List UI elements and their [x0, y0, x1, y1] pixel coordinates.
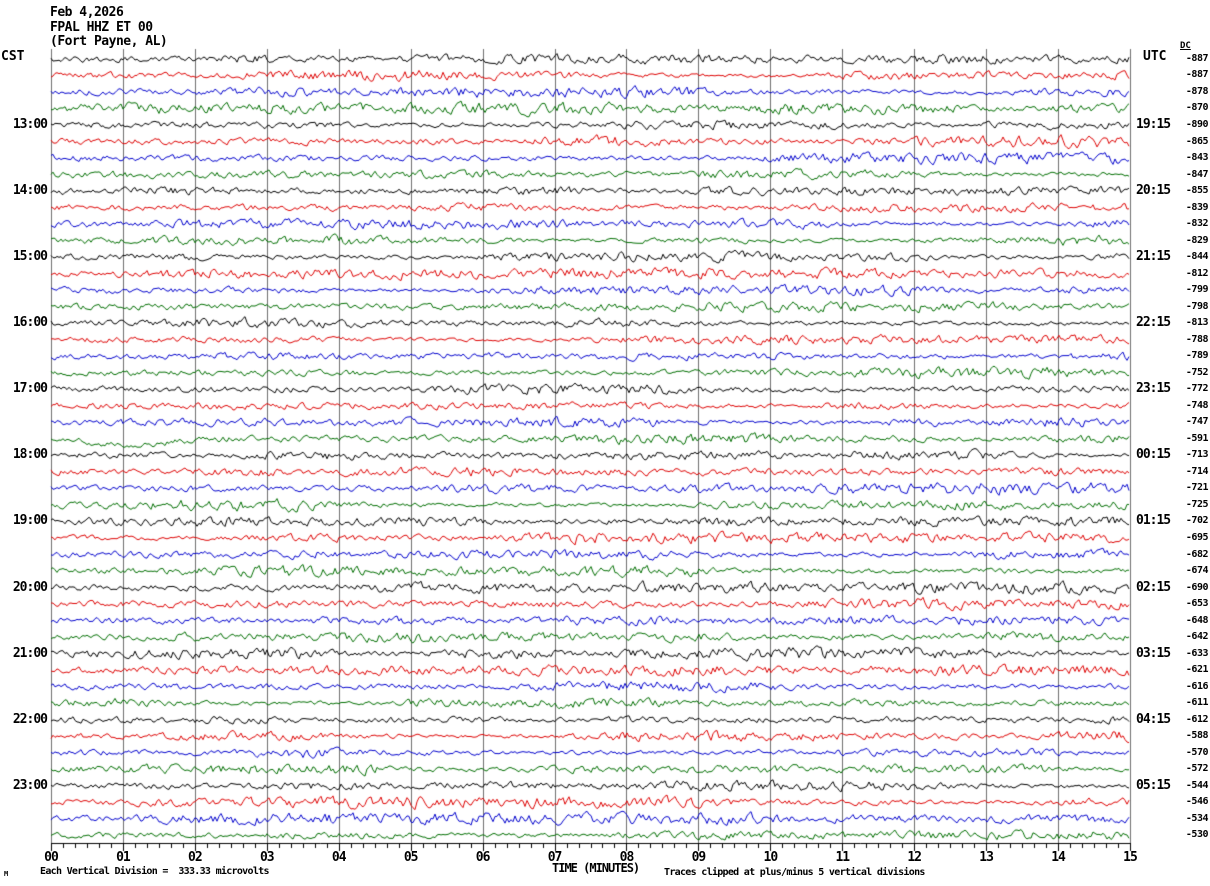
dc-offset-value: -843: [1185, 152, 1209, 164]
seismogram-canvas: [0, 0, 1210, 886]
dc-offset-value: -621: [1185, 664, 1209, 676]
dc-offset-value: -714: [1185, 465, 1209, 477]
utc-hour-label: 20:15: [1136, 183, 1171, 199]
utc-hour-label: 02:15: [1136, 579, 1171, 595]
dc-offset-value: -611: [1185, 697, 1209, 709]
x-axis-tick-label: 14: [1051, 850, 1066, 865]
dc-offset-value: -642: [1185, 631, 1209, 643]
vertical-division-note: Each Vertical Division = 333.33 microvol…: [40, 866, 269, 877]
dc-offset-value: -789: [1185, 350, 1209, 362]
dc-offset-value: -648: [1185, 614, 1209, 626]
right-timezone-label: UTC: [1143, 49, 1167, 64]
utc-hour-label: 22:15: [1136, 315, 1171, 331]
x-axis-tick-label: 03: [259, 850, 275, 865]
cst-hour-label: 20:00: [12, 579, 48, 595]
dc-offset-value: -855: [1185, 185, 1209, 197]
scale-marker-glyph: M: [4, 870, 9, 878]
dc-offset-value: -788: [1185, 333, 1209, 345]
dc-offset-value: -748: [1185, 399, 1209, 411]
dc-offset-value: -865: [1185, 135, 1209, 147]
webicorder-page: Feb 4,2026 FPAL HHZ ET 00 (Fort Payne, A…: [0, 0, 1210, 886]
dc-offset-value: -799: [1185, 284, 1209, 296]
dc-offset-value: -752: [1185, 366, 1209, 378]
utc-hour-label: 00:15: [1136, 447, 1171, 463]
dc-offset-value: -829: [1185, 234, 1209, 246]
x-axis-tick-label: 02: [188, 850, 203, 865]
dc-offset-value: -713: [1185, 449, 1209, 461]
dc-offset-value: -839: [1185, 201, 1209, 213]
dc-offset-value: -747: [1185, 416, 1209, 428]
cst-hour-label: 16:00: [12, 315, 48, 331]
dc-offset-value: -832: [1185, 218, 1209, 230]
title-location: (Fort Payne, AL): [50, 34, 168, 49]
dc-offset-value: -534: [1185, 812, 1209, 824]
dc-offset-value: -588: [1185, 730, 1209, 742]
dc-offset-value: -887: [1185, 52, 1209, 64]
x-axis-tick-label: 09: [691, 850, 707, 865]
dc-offset-value: -812: [1185, 267, 1209, 279]
utc-hour-label: 19:15: [1136, 116, 1171, 132]
cst-hour-label: 14:00: [12, 183, 48, 199]
x-axis-tick-label: 15: [1123, 850, 1138, 865]
dc-offset-header: DC: [1180, 41, 1191, 51]
dc-offset-value: -695: [1185, 531, 1209, 543]
dc-offset-value: -544: [1185, 779, 1209, 791]
x-axis-tick-label: 11: [835, 850, 850, 865]
dc-offset-value: -570: [1185, 746, 1209, 758]
dc-offset-value: -530: [1185, 829, 1209, 841]
x-axis-tick-label: 12: [907, 850, 922, 865]
dc-offset-value: -546: [1185, 796, 1209, 808]
utc-hour-label: 21:15: [1136, 249, 1171, 265]
dc-offset-value: -772: [1185, 383, 1209, 395]
clip-note: Traces clipped at plus/minus 5 vertical …: [664, 867, 925, 878]
dc-offset-value: -844: [1185, 251, 1209, 263]
dc-offset-value: -702: [1185, 515, 1209, 527]
x-axis-title: TIME (MINUTES): [552, 861, 640, 875]
cst-hour-label: 13:00: [12, 116, 48, 132]
dc-offset-value: -674: [1185, 565, 1209, 577]
dc-offset-value: -633: [1185, 647, 1209, 659]
cst-hour-label: 19:00: [12, 513, 48, 529]
dc-offset-value: -847: [1185, 168, 1209, 180]
dc-offset-value: -572: [1185, 763, 1209, 775]
title-station: FPAL HHZ ET 00: [50, 20, 153, 35]
utc-hour-label: 05:15: [1136, 777, 1171, 793]
cst-hour-label: 23:00: [12, 777, 48, 793]
dc-offset-value: -690: [1185, 581, 1209, 593]
dc-offset-value: -813: [1185, 317, 1209, 329]
dc-offset-value: -682: [1185, 548, 1209, 560]
dc-offset-value: -591: [1185, 432, 1209, 444]
dc-offset-value: -721: [1185, 482, 1209, 494]
dc-offset-value: -878: [1185, 85, 1209, 97]
x-axis-tick-label: 01: [116, 850, 131, 865]
cst-hour-label: 15:00: [12, 249, 48, 265]
dc-offset-value: -887: [1185, 69, 1209, 81]
utc-hour-label: 23:15: [1136, 381, 1171, 397]
cst-hour-label: 22:00: [12, 711, 48, 727]
left-timezone-label: CST: [1, 49, 25, 64]
cst-hour-label: 21:00: [12, 645, 48, 661]
dc-offset-value: -616: [1185, 680, 1209, 692]
x-axis-tick-label: 10: [763, 850, 779, 865]
x-axis-tick-label: 04: [331, 850, 347, 865]
dc-offset-value: -612: [1185, 713, 1209, 725]
dc-offset-value: -870: [1185, 102, 1209, 114]
x-axis-tick-label: 13: [979, 850, 994, 865]
x-axis-tick-label: 00: [44, 850, 59, 865]
utc-hour-label: 01:15: [1136, 513, 1171, 529]
utc-hour-label: 03:15: [1136, 645, 1171, 661]
cst-hour-label: 17:00: [12, 381, 48, 397]
title-date: Feb 4,2026: [50, 5, 124, 20]
dc-offset-value: -725: [1185, 498, 1209, 510]
utc-hour-label: 04:15: [1136, 711, 1171, 727]
dc-offset-value: -890: [1185, 118, 1209, 130]
cst-hour-label: 18:00: [12, 447, 48, 463]
dc-offset-value: -653: [1185, 598, 1209, 610]
x-axis-tick-label: 05: [403, 850, 419, 865]
x-axis-tick-label: 06: [475, 850, 491, 865]
dc-offset-value: -798: [1185, 300, 1209, 312]
